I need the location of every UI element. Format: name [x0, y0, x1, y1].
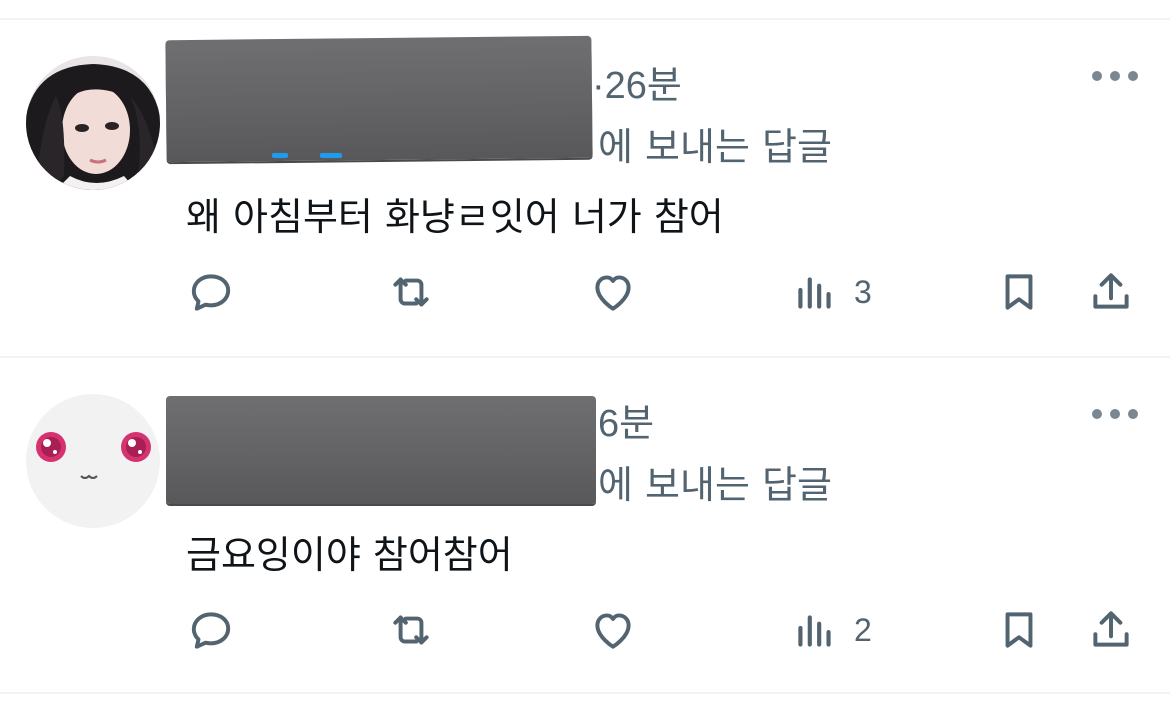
retweet-button[interactable]	[386, 264, 436, 320]
views-button[interactable]: 3	[790, 264, 872, 320]
divider	[0, 692, 1170, 694]
share-icon	[1093, 273, 1129, 309]
views-icon	[798, 277, 831, 309]
share-button[interactable]	[1086, 602, 1136, 658]
more-icon[interactable]	[1092, 70, 1138, 82]
views-icon	[798, 615, 831, 647]
like-button[interactable]	[588, 264, 638, 320]
tweet-actions: 3	[0, 264, 1170, 320]
heart-icon	[595, 275, 631, 311]
views-count: 2	[854, 611, 872, 648]
reply-icon	[191, 274, 231, 311]
bookmark-icon	[1005, 612, 1033, 648]
tweet-timestamp[interactable]: 6분	[598, 392, 654, 447]
more-icon[interactable]	[1092, 408, 1138, 420]
reply-icon	[191, 612, 231, 649]
reply-tweet[interactable]: 6분 에 보내는 답글 금요잉이야 참어참어 2	[0, 358, 1170, 692]
retweet-icon	[393, 277, 429, 307]
share-icon	[1093, 611, 1129, 647]
redacted-name	[165, 35, 593, 163]
tweet-actions: 2	[0, 602, 1170, 658]
like-button[interactable]	[588, 602, 638, 658]
heart-icon	[595, 613, 631, 649]
reply-button[interactable]	[186, 264, 236, 320]
avatar[interactable]	[26, 394, 160, 528]
bookmark-button[interactable]	[994, 264, 1044, 320]
reply-to-label: 에 보내는 답글	[598, 463, 832, 507]
bookmark-button[interactable]	[994, 602, 1044, 658]
avatar[interactable]	[26, 56, 160, 190]
tweet-timestamp[interactable]: ·26분	[592, 54, 682, 109]
tweet-text: 왜 아침부터 화냥ㄹ잇어 너가 참어	[186, 195, 724, 239]
tweet-text: 금요잉이야 참어참어	[186, 533, 513, 577]
redact-edge	[272, 153, 288, 158]
redact-edge	[320, 153, 342, 158]
retweet-icon	[393, 615, 429, 645]
redacted-name	[166, 396, 596, 504]
reply-button[interactable]	[186, 602, 236, 658]
reply-tweet[interactable]: ·26분 에 보내는 답글 왜 아침부터 화냥ㄹ잇어 너가 참어 3	[0, 20, 1170, 356]
views-button[interactable]: 2	[790, 602, 872, 658]
reply-to-label: 에 보내는 답글	[598, 125, 832, 169]
views-count: 3	[854, 273, 872, 310]
share-button[interactable]	[1086, 264, 1136, 320]
bookmark-icon	[1005, 274, 1033, 310]
retweet-button[interactable]	[386, 602, 436, 658]
